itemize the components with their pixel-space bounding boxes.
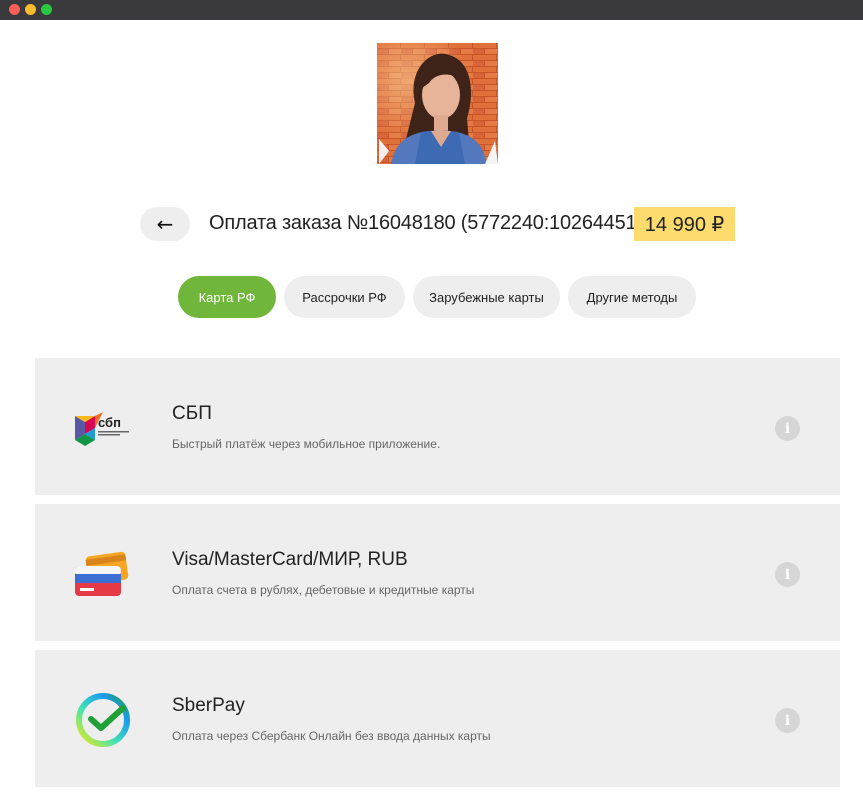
method-title: СБП xyxy=(172,403,212,424)
svg-text:сбп: сбп xyxy=(98,415,121,430)
method-description: Оплата через Сбербанк Онлайн без ввода д… xyxy=(172,729,491,743)
method-title: SberPay xyxy=(172,695,245,716)
info-icon[interactable]: i xyxy=(775,708,800,733)
tab-installments-rf[interactable]: Рассрочки РФ xyxy=(284,276,405,318)
window-titlebar xyxy=(0,0,863,20)
sberpay-logo xyxy=(73,690,133,750)
payment-method-cards[interactable]: Visa/MasterCard/МИР, RUB Оплата счета в … xyxy=(35,504,840,641)
avatar xyxy=(377,43,498,164)
order-header: ← Оплата заказа №16048180 (5772240:10264… xyxy=(0,207,863,241)
method-description: Оплата счета в рублях, дебетовые и креди… xyxy=(172,583,475,597)
tab-foreign-cards[interactable]: Зарубежные карты xyxy=(413,276,560,318)
info-icon[interactable]: i xyxy=(775,416,800,441)
bank-cards-icon xyxy=(73,544,133,604)
tab-card-rf[interactable]: Карта РФ xyxy=(178,276,276,318)
close-window-button[interactable] xyxy=(9,4,20,15)
payment-method-sberpay[interactable]: SberPay Оплата через Сбербанк Онлайн без… xyxy=(35,650,840,787)
sbp-logo: сбп xyxy=(73,398,133,458)
price-badge: 14 990 ₽ xyxy=(634,207,735,241)
maximize-window-button[interactable] xyxy=(41,4,52,15)
method-description: Быстрый платёж через мобильное приложени… xyxy=(172,437,441,451)
order-title: Оплата заказа №16048180 (5772240:1026445… xyxy=(209,212,665,234)
arrow-left-icon: ← xyxy=(156,212,174,236)
minimize-window-button[interactable] xyxy=(25,4,36,15)
back-button[interactable]: ← xyxy=(140,207,190,241)
payment-method-sbp[interactable]: сбп СБП Быстрый платёж через мобильное п… xyxy=(35,358,840,495)
info-icon[interactable]: i xyxy=(775,562,800,587)
method-title: Visa/MasterCard/МИР, RUB xyxy=(172,549,408,570)
tab-other-methods[interactable]: Другие методы xyxy=(568,276,696,318)
avatar-photo xyxy=(377,43,498,164)
payment-tabs: Карта РФ Рассрочки РФ Зарубежные карты Д… xyxy=(0,276,863,318)
